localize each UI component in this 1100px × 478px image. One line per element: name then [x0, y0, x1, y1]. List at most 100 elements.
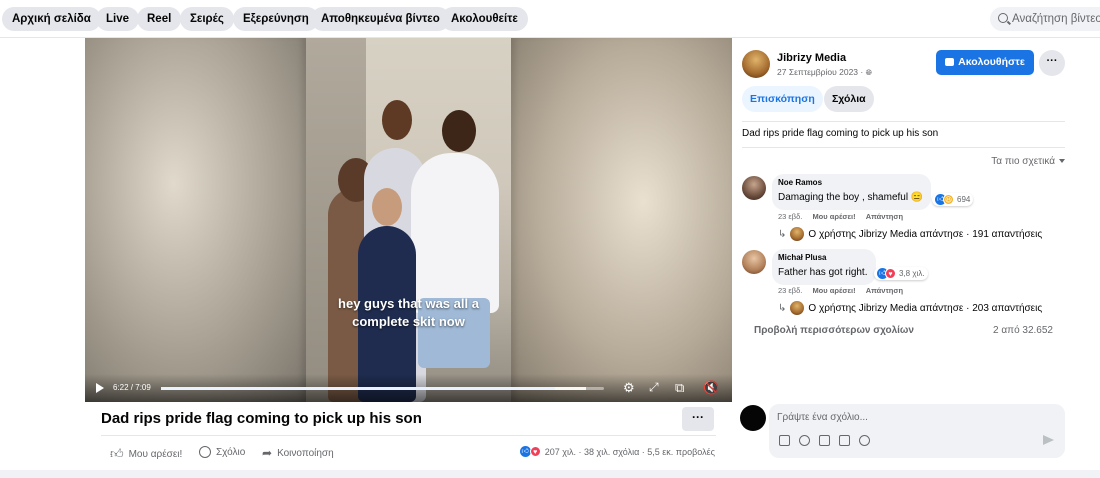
- replies-text: Ο χρήστης Jibrizy Media απάντησε · 191 α…: [808, 228, 1043, 240]
- avatar-sticker-icon[interactable]: [859, 435, 870, 446]
- comment-meta: 23 εβδ. Μου αρέσει! Απάντηση: [778, 286, 903, 295]
- caret-down-icon: [1059, 159, 1065, 163]
- replies-text: Ο χρήστης Jibrizy Media απάντησε · 203 α…: [808, 302, 1043, 314]
- emoji-icon[interactable]: [799, 435, 810, 446]
- comment-bubble: Noe Ramos Damaging the boy , shameful 😑: [772, 174, 932, 210]
- nav-pill-explore[interactable]: Εξερεύνηση: [233, 7, 319, 31]
- reply-arrow-icon: ↳: [778, 302, 787, 314]
- video-search-input[interactable]: Αναζήτηση βίντεο: [990, 7, 1100, 31]
- watch-page: hey guys that was all a complete skit no…: [0, 38, 1100, 470]
- view-replies-link[interactable]: ↳ Ο χρήστης Jibrizy Media απάντησε · 203…: [778, 301, 1042, 315]
- nav-pill-reel[interactable]: Reel: [137, 7, 182, 31]
- blur-right: [511, 38, 732, 402]
- tab-overview[interactable]: Επισκόπηση: [742, 86, 823, 112]
- comment-bubble-icon: [199, 446, 211, 458]
- follow-icon: [945, 58, 955, 66]
- comment-input[interactable]: Γράψτε ένα σχόλιο...: [777, 412, 868, 423]
- video-person-head: [372, 188, 402, 226]
- post-more-button[interactable]: ···: [682, 407, 714, 431]
- video-person: [411, 153, 499, 313]
- commenter-name[interactable]: Noe Ramos: [778, 178, 923, 187]
- blur-left: [85, 38, 306, 402]
- comment-reactions[interactable]: 👍︎ ♥ 3,8 χιλ.: [874, 267, 928, 280]
- post-stats[interactable]: 👍︎ ♥ 207 χιλ. · 38 χιλ. σχόλια · 5,5 εκ.…: [519, 446, 715, 457]
- video-frame: [306, 38, 511, 402]
- post-description: Dad rips pride flag coming to pick up hi…: [742, 128, 939, 139]
- nav-pill-following[interactable]: Ακολουθείτε: [441, 7, 528, 31]
- video-sidebar: Jibrizy Media 27 Σεπτεμβρίου 2023 · 🌐︎ Α…: [732, 38, 1100, 470]
- tab-comments[interactable]: Σχόλια: [824, 86, 874, 112]
- follow-label: Ακολουθήστε: [958, 56, 1025, 68]
- like-label: Μου αρέσει!: [128, 448, 183, 460]
- play-icon[interactable]: [96, 383, 104, 393]
- video-controls: 6:22 / 7:09 ⚙ ⤢ ⧉ 🔇: [85, 374, 732, 402]
- video-person-head: [442, 110, 476, 152]
- comment-text: Damaging the boy , shameful 😑: [778, 192, 924, 203]
- nav-pill-live[interactable]: Live: [96, 7, 140, 31]
- volume-muted-icon[interactable]: 🔇: [703, 381, 719, 394]
- page-mini-avatar: [790, 227, 805, 241]
- buffer-bar: [161, 387, 587, 390]
- commenter-avatar[interactable]: [742, 250, 766, 274]
- fullscreen-icon[interactable]: ⤢: [649, 381, 659, 394]
- search-placeholder: Αναζήτηση βίντεο: [1012, 13, 1100, 25]
- sort-label: Τα πιο σχετικά: [991, 156, 1055, 167]
- comment-sort-dropdown[interactable]: Τα πιο σχετικά: [991, 156, 1065, 167]
- love-reaction-icon: ♥: [885, 268, 896, 279]
- commenter-name[interactable]: Michał Plusa: [778, 253, 868, 262]
- comment-bubble: Michał Plusa Father has got right.: [772, 249, 876, 285]
- comment-label: Σχόλιο: [216, 446, 246, 458]
- view-replies-link[interactable]: ↳ Ο χρήστης Jibrizy Media απάντησε · 191…: [778, 227, 1042, 241]
- search-icon: [998, 13, 1008, 23]
- video-player[interactable]: hey guys that was all a complete skit no…: [85, 38, 732, 402]
- divider: [742, 147, 1065, 148]
- caption-line-1: hey guys that was all a: [338, 296, 479, 311]
- post-date: 27 Σεπτεμβρίου 2023 · 🌐︎: [777, 67, 872, 78]
- comment-count: 2 από 32.652: [993, 325, 1053, 336]
- nav-pill-home[interactable]: Αρχική σελίδα: [2, 7, 101, 31]
- haha-reaction-icon: 😆︎: [943, 194, 954, 205]
- video-nav-bar: Αρχική σελίδα Live Reel Σειρές Εξερεύνησ…: [0, 0, 1100, 38]
- comment-button[interactable]: Σχόλιο: [199, 446, 245, 458]
- like-button[interactable]: 👍︎ Μου αρέσει!: [110, 446, 182, 462]
- video-title: Dad rips pride flag coming to pick up hi…: [101, 410, 422, 427]
- comment-reply-link[interactable]: Απάντηση: [866, 286, 903, 295]
- comment-reactions[interactable]: 👍︎ 😆︎ 694: [932, 193, 974, 206]
- miniplayer-icon[interactable]: ⧉: [675, 381, 684, 394]
- camera-icon[interactable]: [819, 435, 830, 446]
- divider: [742, 121, 1065, 122]
- comment-like-link[interactable]: Μου αρέσει!: [812, 286, 855, 295]
- sticker-icon[interactable]: [779, 435, 790, 446]
- send-icon[interactable]: [1043, 435, 1054, 445]
- nav-pill-series[interactable]: Σειρές: [180, 7, 234, 31]
- reaction-count: 694: [957, 195, 971, 204]
- video-person-head: [382, 100, 412, 140]
- reaction-count: 3,8 χιλ.: [899, 269, 925, 278]
- comment-age: 23 εβδ.: [778, 286, 803, 295]
- comment-text: Father has got right.: [778, 267, 868, 278]
- share-button[interactable]: ➦ Κοινοποίηση: [262, 446, 334, 460]
- gif-icon[interactable]: [839, 435, 850, 446]
- comment-like-link[interactable]: Μου αρέσει!: [812, 212, 855, 221]
- sidebar-more-button[interactable]: ···: [1039, 50, 1065, 76]
- reply-arrow-icon: ↳: [778, 228, 787, 240]
- video-caption: hey guys that was all a complete skit no…: [306, 295, 511, 331]
- follow-button[interactable]: Ακολουθήστε: [936, 50, 1034, 75]
- share-label: Κοινοποίηση: [277, 447, 334, 459]
- page-name[interactable]: Jibrizy Media: [777, 52, 846, 64]
- share-arrow-icon: ➦: [262, 446, 273, 460]
- divider: [101, 435, 716, 436]
- post-date-text: 27 Σεπτεμβρίου 2023 ·: [777, 67, 864, 77]
- settings-gear-icon[interactable]: ⚙: [623, 381, 635, 394]
- page-avatar[interactable]: [742, 50, 770, 78]
- nav-pill-saved-videos[interactable]: Αποθηκευμένα βίντεο: [311, 7, 450, 31]
- view-more-comments-link[interactable]: Προβολή περισσότερων σχολίων: [754, 325, 914, 336]
- comment-composer[interactable]: Γράψτε ένα σχόλιο...: [769, 404, 1065, 458]
- stats-text: 207 χιλ. · 38 χιλ. σχόλια · 5,5 εκ. προβ…: [544, 446, 715, 457]
- current-user-avatar[interactable]: [740, 405, 766, 431]
- commenter-avatar[interactable]: [742, 176, 766, 200]
- video-time: 6:22 / 7:09: [113, 383, 151, 392]
- comment-meta: 23 εβδ. Μου αρέσει! Απάντηση: [778, 212, 903, 221]
- video-scrubber[interactable]: [161, 387, 604, 390]
- comment-reply-link[interactable]: Απάντηση: [866, 212, 903, 221]
